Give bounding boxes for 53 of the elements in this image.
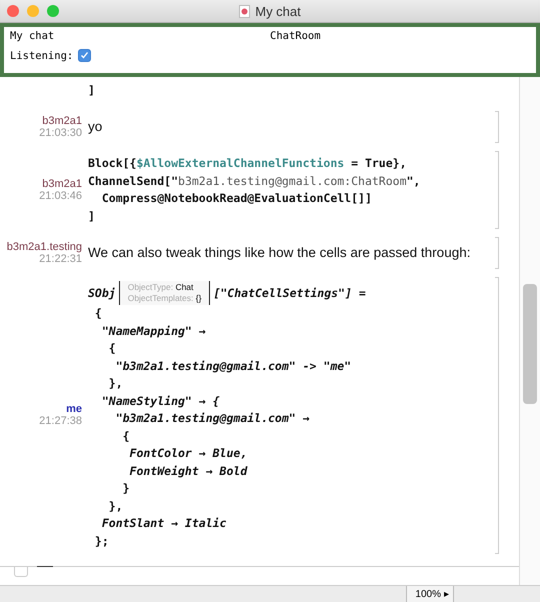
maximize-button[interactable] — [47, 5, 59, 17]
scrollbar[interactable] — [519, 77, 540, 585]
code-text: SObj — [88, 286, 116, 300]
close-button[interactable] — [7, 5, 19, 17]
code-text: ] — [88, 208, 95, 223]
code-text: ["ChatCellSettings"] = — [213, 286, 366, 300]
code-text: "NameStyling" → { — [100, 394, 220, 408]
message-time: 21:22:31 — [39, 252, 82, 264]
sender-name: b3m2a1 — [42, 178, 82, 190]
code-text: $AllowExternalChannelFunctions — [136, 156, 344, 170]
sender-name: me — [66, 403, 82, 415]
add-cell-icon[interactable] — [14, 566, 28, 576]
code-text: { — [108, 341, 116, 356]
cell-bracket[interactable] — [495, 236, 499, 268]
code-text: }; — [94, 534, 109, 548]
checkmark-icon — [80, 51, 90, 60]
sender-name: b3m2a1 — [42, 114, 82, 126]
message-time: 21:03:30 — [39, 126, 82, 138]
code-text: = True}, — [350, 156, 406, 170]
cell-bracket[interactable] — [495, 150, 499, 228]
code-text: Block[{ — [88, 156, 136, 170]
zoom-menu[interactable]: 100% ▸ — [406, 586, 454, 602]
window-title: My chat — [255, 4, 301, 18]
code-text: FontSlant → Italic — [100, 516, 226, 530]
code-text: Compress@NotebookRead@EvaluationCell[]] — [100, 191, 372, 206]
cell-bracket[interactable] — [495, 110, 499, 142]
code-text: "b3m2a1.testing@gmail.com" → — [114, 411, 310, 426]
code-text: FontWeight → Bold — [128, 464, 248, 478]
message-text: We can also tweak things like how the cells are passed through: — [88, 245, 470, 260]
room-name: ChatRoom — [270, 30, 322, 42]
message-time: 21:03:46 — [39, 190, 82, 202]
document-icon — [239, 4, 250, 18]
listening-label: Listening: — [10, 50, 74, 62]
code-text: "b3m2a1.testing@gmail.com" -> "me" — [114, 358, 352, 373]
message-text: yo — [88, 119, 102, 134]
code-text: } — [122, 481, 130, 496]
code-text: "NameMapping" → — [100, 324, 206, 338]
code-text: { — [122, 428, 130, 443]
message-time: 21:27:38 — [39, 415, 82, 427]
code-text: { — [94, 306, 102, 320]
code-text: FontColor → Blue, — [128, 446, 248, 460]
minimize-button[interactable] — [27, 5, 39, 17]
listening-checkbox[interactable] — [78, 49, 92, 62]
code-text: ] — [88, 82, 95, 97]
sender-name: b3m2a1.testing — [6, 240, 82, 252]
cell-bracket[interactable] — [495, 276, 499, 554]
code-text: }, — [108, 376, 123, 390]
object-summary-box[interactable]: ObjectType: Chat ObjectTemplates: {} — [118, 280, 210, 304]
chat-name: My chat — [10, 30, 56, 42]
code-text: ChannelSend[" — [88, 174, 178, 188]
code-text: }, — [108, 498, 123, 513]
code-text: ", — [406, 174, 420, 188]
code-text: b3m2a1.testing@gmail.com:ChatRoom — [178, 174, 406, 188]
